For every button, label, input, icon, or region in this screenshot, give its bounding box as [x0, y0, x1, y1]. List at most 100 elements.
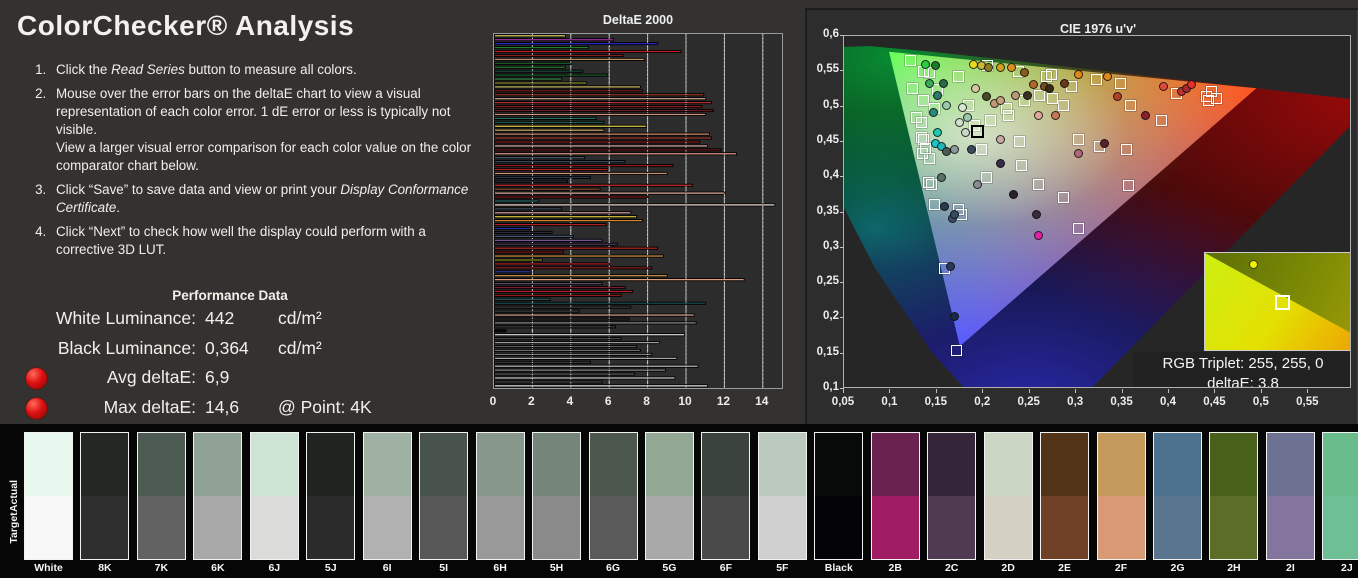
- target-marker[interactable]: [1015, 160, 1027, 172]
- comparator-swatch-white[interactable]: [24, 432, 73, 560]
- deltae-error-bar[interactable]: [494, 34, 566, 38]
- deltae-error-bar[interactable]: [494, 321, 697, 325]
- deltae-chart-plot[interactable]: [493, 33, 783, 389]
- target-marker[interactable]: [1072, 222, 1084, 234]
- deltae-error-bar[interactable]: [494, 305, 632, 309]
- target-marker[interactable]: [975, 144, 987, 156]
- deltae-error-bar[interactable]: [494, 65, 566, 69]
- deltae-error-bar[interactable]: [494, 148, 722, 152]
- deltae-error-bar[interactable]: [494, 120, 605, 124]
- deltae-error-bar[interactable]: [494, 266, 653, 270]
- deltae-error-bar[interactable]: [494, 337, 622, 341]
- comparator-swatch-7k[interactable]: [136, 432, 186, 560]
- comparator-swatch-6k[interactable]: [193, 432, 243, 560]
- target-marker[interactable]: [915, 117, 927, 129]
- deltae-error-bar[interactable]: [494, 164, 674, 168]
- deltae-error-bar[interactable]: [494, 215, 638, 219]
- deltae-error-bar[interactable]: [494, 348, 641, 352]
- measured-marker[interactable]: [1033, 110, 1043, 120]
- deltae-error-bar[interactable]: [494, 101, 712, 105]
- deltae-error-bar[interactable]: [494, 207, 563, 211]
- deltae-error-bar[interactable]: [494, 364, 699, 368]
- measured-marker[interactable]: [1186, 80, 1196, 90]
- deltae-error-bar[interactable]: [494, 116, 597, 120]
- deltae-error-bar[interactable]: [494, 97, 707, 101]
- target-marker[interactable]: [923, 177, 934, 189]
- deltae-error-bar[interactable]: [494, 262, 611, 266]
- deltae-error-bar[interactable]: [494, 313, 695, 317]
- target-marker[interactable]: [1033, 89, 1045, 101]
- deltae-error-bar[interactable]: [494, 203, 776, 207]
- target-marker[interactable]: [1120, 144, 1132, 156]
- measured-marker[interactable]: [954, 118, 964, 128]
- measured-marker[interactable]: [1073, 70, 1083, 80]
- target-marker[interactable]: [1122, 180, 1134, 192]
- target-marker[interactable]: [1045, 69, 1057, 81]
- deltae-error-bar[interactable]: [494, 191, 726, 195]
- deltae-error-bar[interactable]: [494, 219, 643, 223]
- deltae-error-bar[interactable]: [494, 333, 686, 337]
- deltae-error-bar[interactable]: [494, 85, 641, 89]
- target-marker[interactable]: [1125, 99, 1137, 111]
- deltae-error-bar[interactable]: [494, 187, 601, 191]
- target-marker[interactable]: [928, 199, 940, 211]
- measured-marker[interactable]: [984, 62, 994, 72]
- deltae-error-bar[interactable]: [494, 199, 540, 203]
- comparator-swatch-6j[interactable]: [249, 432, 299, 560]
- deltae-error-bar[interactable]: [494, 128, 605, 132]
- deltae-error-bar[interactable]: [494, 258, 543, 262]
- deltae-error-bar[interactable]: [494, 136, 712, 140]
- target-marker[interactable]: [952, 70, 964, 82]
- target-marker[interactable]: [1032, 179, 1044, 191]
- deltae-error-bar[interactable]: [494, 69, 584, 73]
- measured-marker[interactable]: [924, 78, 934, 88]
- deltae-error-bar[interactable]: [494, 368, 666, 372]
- measured-marker[interactable]: [1113, 91, 1123, 101]
- deltae-error-bar[interactable]: [494, 73, 609, 77]
- comparator-swatch-black[interactable]: [814, 432, 864, 560]
- target-marker[interactable]: [1115, 77, 1127, 89]
- measured-marker[interactable]: [996, 62, 1006, 72]
- measured-marker[interactable]: [921, 59, 931, 69]
- deltae-error-bar[interactable]: [494, 282, 603, 286]
- deltae-error-bar[interactable]: [494, 250, 565, 254]
- deltae-error-bar[interactable]: [494, 171, 668, 175]
- comparator-swatch-5f[interactable]: [757, 432, 807, 560]
- deltae-error-bar[interactable]: [494, 167, 609, 172]
- deltae-error-bar[interactable]: [494, 309, 580, 313]
- deltae-error-bar[interactable]: [494, 183, 693, 187]
- target-marker[interactable]: [1202, 95, 1214, 107]
- deltae-error-bar[interactable]: [494, 285, 626, 290]
- target-marker[interactable]: [980, 172, 992, 184]
- deltae-error-bar[interactable]: [494, 329, 507, 333]
- measured-marker[interactable]: [1019, 68, 1029, 78]
- deltae-error-bar[interactable]: [494, 270, 532, 274]
- comparator-swatch-2i[interactable]: [1265, 432, 1315, 560]
- target-marker[interactable]: [905, 55, 917, 67]
- comparator-swatch-8k[interactable]: [80, 432, 130, 560]
- measured-marker[interactable]: [1099, 138, 1109, 148]
- deltae-error-bar[interactable]: [494, 152, 737, 156]
- deltae-error-bar[interactable]: [494, 112, 707, 116]
- deltae-error-bar[interactable]: [494, 372, 636, 376]
- deltae-error-bar[interactable]: [494, 226, 532, 231]
- deltae-error-bar[interactable]: [494, 238, 603, 242]
- deltae-error-bar[interactable]: [494, 384, 709, 388]
- deltae-error-bar[interactable]: [494, 108, 714, 113]
- deltae-error-bar[interactable]: [494, 325, 616, 329]
- measured-marker[interactable]: [939, 201, 949, 211]
- measured-marker[interactable]: [950, 311, 959, 321]
- measured-marker[interactable]: [966, 145, 976, 155]
- deltae-error-bar[interactable]: [494, 344, 638, 349]
- deltae-error-bar[interactable]: [494, 42, 659, 46]
- deltae-error-bar[interactable]: [494, 301, 707, 305]
- comparator-swatch-5i[interactable]: [419, 432, 469, 560]
- deltae-error-bar[interactable]: [494, 341, 661, 345]
- comparator-swatch-2d[interactable]: [983, 432, 1033, 560]
- deltae-error-bar[interactable]: [494, 144, 709, 148]
- deltae-error-bar[interactable]: [494, 160, 626, 164]
- selected-point-marker[interactable]: [971, 124, 985, 138]
- deltae-error-bar[interactable]: [494, 38, 614, 42]
- target-marker[interactable]: [985, 115, 997, 127]
- target-marker[interactable]: [1072, 134, 1084, 146]
